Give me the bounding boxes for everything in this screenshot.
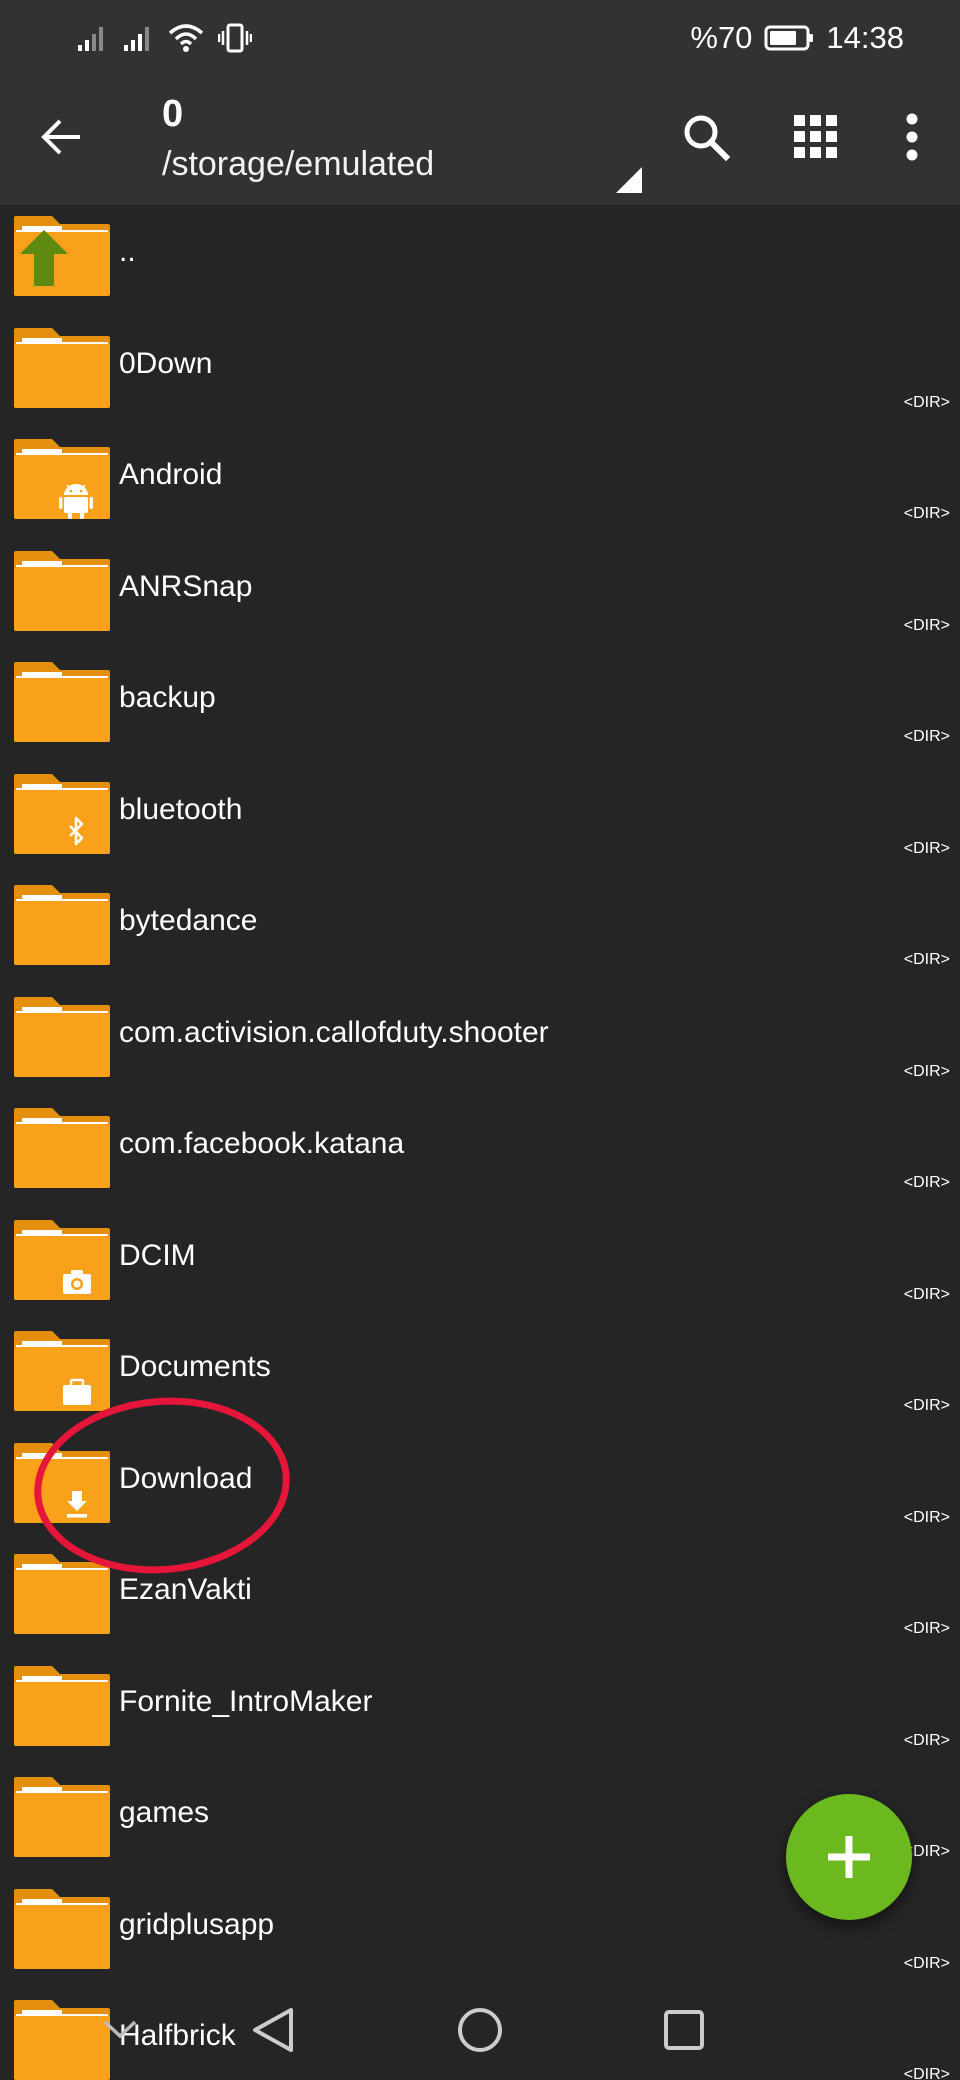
- folder-icon: [14, 1777, 110, 1857]
- vibrate-icon: [218, 23, 252, 53]
- folder-icon: [14, 885, 110, 965]
- plus-icon: [828, 1836, 870, 1878]
- dir-label: <DIR>: [903, 1620, 950, 1637]
- chevron-down-icon: [103, 2020, 137, 2039]
- file-name: EzanVakti: [119, 1573, 252, 1606]
- file-row[interactable]: com.facebook.katana <DIR>: [0, 1097, 960, 1209]
- file-name: Android: [119, 458, 223, 491]
- folder-icon: [14, 550, 110, 631]
- nav-back-icon: [253, 2008, 293, 2052]
- dir-label: <DIR>: [903, 951, 950, 968]
- file-name: Documents: [119, 1350, 271, 1383]
- navigation-bar: [0, 1990, 960, 2070]
- back-arrow-icon: [41, 119, 80, 155]
- dir-label: <DIR>: [903, 1285, 950, 1303]
- search-icon: [684, 115, 731, 162]
- file-row[interactable]: 0Down <DIR>: [0, 317, 960, 429]
- file-row[interactable]: DCIM <DIR>: [0, 1209, 960, 1321]
- file-name: backup: [119, 681, 216, 714]
- file-row[interactable]: backup <DIR>: [0, 651, 960, 763]
- file-manager-screen: %70 14:38 0 /storage/emulated .. 0Down <…: [0, 0, 960, 2080]
- dir-label: <DIR>: [903, 393, 950, 411]
- dir-label: <DIR>: [903, 728, 950, 745]
- status-bar: %70 14:38: [0, 0, 960, 75]
- file-list: .. 0Down <DIR> Android <DIR> ANRSnap <DIR> back…: [0, 205, 960, 2080]
- wifi-icon: [168, 23, 204, 53]
- dir-label: <DIR>: [903, 1731, 950, 1749]
- file-name: DCIM: [119, 1238, 196, 1272]
- dir-label: <DIR>: [903, 1954, 950, 1972]
- file-name: com.facebook.katana: [119, 1127, 405, 1160]
- dir-label: <DIR>: [903, 1174, 950, 1191]
- hide-nav-button[interactable]: [80, 1990, 160, 2070]
- file-name: 0Down: [119, 346, 213, 380]
- dir-label: <DIR>: [903, 505, 950, 522]
- title-block: 0 /storage/emulated: [162, 93, 642, 187]
- battery-percent: %70: [690, 19, 753, 55]
- nav-home-button[interactable]: [440, 1990, 520, 2070]
- signal-icon: [122, 23, 154, 53]
- dir-label: <DIR>: [903, 1397, 950, 1414]
- file-row[interactable]: Fornite_IntroMaker <DIR>: [0, 1655, 960, 1767]
- file-name: games: [119, 1796, 210, 1829]
- nav-recent-button[interactable]: [644, 1990, 724, 2070]
- file-row[interactable]: ..: [0, 205, 960, 317]
- grid-view-button[interactable]: [784, 105, 848, 169]
- page-title: 0: [162, 93, 184, 135]
- folder-icon: [14, 1108, 110, 1188]
- file-row[interactable]: ANRSnap <DIR>: [0, 540, 960, 652]
- folder-icon: [14, 1888, 110, 1969]
- dir-label: <DIR>: [903, 616, 950, 634]
- nav-recent-icon: [664, 2010, 704, 2050]
- folder-icon: [14, 1665, 110, 1746]
- grid-view-icon: [794, 115, 837, 158]
- file-name: gridplusapp: [119, 1907, 275, 1941]
- clock: 14:38: [826, 19, 904, 55]
- folder-icon: [14, 996, 110, 1077]
- folder-icon: [14, 1554, 110, 1634]
- folder-bluetooth-icon: [14, 773, 110, 854]
- battery-icon: [764, 24, 814, 52]
- dir-label: <DIR>: [903, 1508, 950, 1526]
- file-name: Fornite_IntroMaker: [119, 1684, 373, 1718]
- folder-icon: [14, 662, 110, 742]
- folder-briefcase-icon: [14, 1331, 110, 1411]
- status-icons-right: %70 14:38: [690, 20, 904, 56]
- search-button[interactable]: [674, 105, 738, 169]
- file-row[interactable]: com.activision.callofduty.shooter <DIR>: [0, 986, 960, 1098]
- folder-up-icon: [14, 216, 110, 296]
- status-icons-left: [76, 18, 252, 58]
- nav-back-button[interactable]: [233, 1990, 313, 2070]
- back-button[interactable]: [30, 105, 94, 169]
- folder-camera-icon: [14, 1219, 110, 1300]
- file-name: bytedance: [119, 904, 258, 937]
- dir-label: <DIR>: [903, 1062, 950, 1080]
- file-row[interactable]: bytedance <DIR>: [0, 874, 960, 986]
- add-fab-button[interactable]: [786, 1794, 912, 1920]
- dropdown-triangle-icon[interactable]: [616, 167, 642, 193]
- file-row[interactable]: Android <DIR>: [0, 428, 960, 540]
- toolbar: 0 /storage/emulated: [0, 75, 960, 205]
- file-name: com.activision.callofduty.shooter: [119, 1015, 549, 1049]
- dir-label: <DIR>: [903, 839, 950, 857]
- nav-home-icon: [458, 2008, 502, 2052]
- current-path[interactable]: /storage/emulated: [162, 141, 642, 187]
- file-name: bluetooth: [119, 792, 243, 826]
- more-vert-icon: [906, 113, 918, 161]
- file-name: ..: [119, 235, 136, 268]
- folder-android-icon: [14, 439, 110, 519]
- signal-icon: [76, 23, 108, 53]
- file-row[interactable]: bluetooth <DIR>: [0, 763, 960, 875]
- file-name: ANRSnap: [119, 569, 253, 603]
- folder-icon: [14, 327, 110, 408]
- more-options-button[interactable]: [880, 105, 944, 169]
